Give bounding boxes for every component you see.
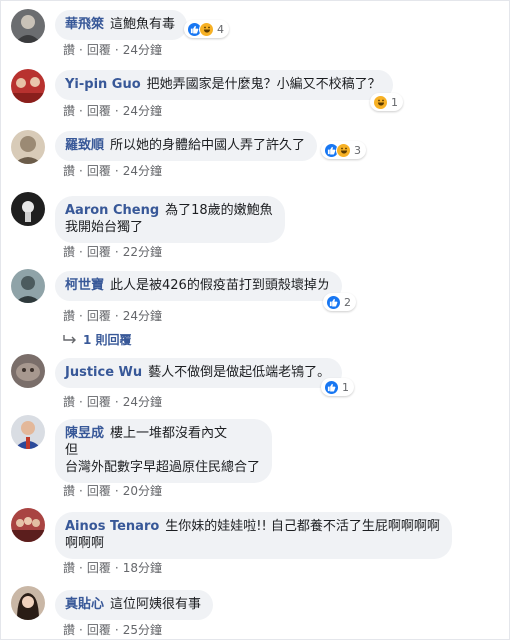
like-link[interactable]: 讚	[63, 395, 75, 409]
comment-text: 台灣外配數字早超過原住民總合了	[65, 460, 261, 475]
reaction-count: 1	[342, 380, 349, 394]
comment-meta: 讚 · 回覆 · 24分鐘	[63, 309, 162, 323]
reaction-count: 3	[354, 143, 361, 157]
avatar[interactable]	[11, 69, 45, 103]
commenter-name[interactable]: 柯世寶	[65, 278, 104, 293]
timestamp[interactable]: 20分鐘	[123, 484, 162, 498]
like-icon	[324, 379, 339, 395]
comment-text: 藝人不做倒是做起低端老鴇了。	[148, 365, 331, 380]
like-link[interactable]: 讚	[63, 104, 75, 118]
comment-bubble: Aaron Cheng 為了18歲的嫩鮑魚 我開始台獨了	[55, 196, 285, 243]
commenter-name[interactable]: 陳昱成	[65, 426, 104, 441]
comment-meta: 讚 · 回覆 · 22分鐘	[63, 245, 162, 259]
haha-icon	[373, 94, 388, 110]
haha-icon	[336, 142, 351, 158]
comment-text: 把她弄國家是什麼鬼？小編又不校稿了？	[146, 77, 381, 92]
commenter-name[interactable]: 羅致順	[65, 138, 104, 153]
reaction-count: 2	[344, 295, 351, 309]
commenter-name[interactable]: Aaron Cheng	[65, 203, 159, 218]
timestamp[interactable]: 18分鐘	[123, 561, 162, 575]
reply-link[interactable]: 回覆	[87, 484, 111, 498]
comment-meta: 讚 · 回覆 · 24分鐘	[63, 43, 162, 57]
commenter-name[interactable]: 華飛箂	[65, 17, 104, 32]
like-link[interactable]: 讚	[63, 484, 75, 498]
timestamp[interactable]: 24分鐘	[123, 104, 162, 118]
haha-icon	[199, 21, 214, 37]
avatar[interactable]	[11, 192, 45, 226]
comment-bubble: Yi-pin Guo 把她弄國家是什麼鬼？小編又不校稿了？	[55, 70, 393, 100]
timestamp[interactable]: 22分鐘	[123, 245, 162, 259]
reply-link[interactable]: 回覆	[87, 395, 111, 409]
comment-bubble: 羅致順 所以她的身體給中國人弄了許久了	[55, 131, 318, 161]
avatar[interactable]	[11, 508, 45, 542]
comment-thread: 華飛箂 這鮑魚有毒 4 讚 · 回覆 · 24分鐘 Yi-pin Guo 把她弄國家是什麼鬼…	[0, 0, 510, 640]
reply-link[interactable]: 回覆	[87, 104, 111, 118]
like-link[interactable]: 讚	[63, 43, 75, 57]
timestamp[interactable]: 24分鐘	[123, 309, 162, 323]
commenter-name[interactable]: Yi-pin Guo	[65, 77, 141, 92]
comment-bubble: 華飛箂 這鮑魚有毒	[55, 10, 188, 40]
comment-text: 為了18歲的嫩鮑魚	[165, 203, 273, 218]
reply-arrow-icon	[63, 334, 76, 343]
comment-bubble: Justice Wu 藝人不做倒是做起低端老鴇了。	[55, 358, 343, 388]
comment-text: 啊啊啊	[65, 536, 105, 551]
comment-text: 樓上一堆都沒看內文	[110, 426, 228, 441]
comment-text: 我開始台獨了	[65, 220, 144, 235]
reply-link[interactable]: 回覆	[87, 245, 111, 259]
reaction-summary[interactable]: 1	[370, 93, 403, 111]
like-link[interactable]: 讚	[63, 245, 75, 259]
reaction-summary[interactable]: 3	[321, 141, 366, 159]
comment-text: 這位阿姨很有事	[110, 597, 202, 612]
comment-bubble: 真貼心 這位阿姨很有事	[55, 590, 214, 620]
comment-meta: 讚 · 回覆 · 20分鐘	[63, 484, 162, 498]
commenter-name[interactable]: Justice Wu	[65, 365, 142, 380]
view-replies-link[interactable]: 1 則回覆	[63, 331, 132, 348]
reply-link[interactable]: 回覆	[87, 309, 111, 323]
like-icon	[326, 294, 341, 310]
commenter-name[interactable]: Ainos Tenaro	[65, 519, 159, 534]
comment-text: 所以她的身體給中國人弄了許久了	[110, 138, 306, 153]
comment-text: 但	[65, 443, 79, 458]
reaction-summary[interactable]: 2	[323, 293, 356, 311]
avatar[interactable]	[11, 9, 45, 43]
avatar[interactable]	[11, 586, 45, 620]
comment-meta: 讚 · 回覆 · 18分鐘	[63, 561, 162, 575]
reaction-count: 4	[217, 22, 224, 36]
reply-link[interactable]: 回覆	[87, 623, 111, 637]
comment-text: 生你妹的娃娃啦!! 自己都養不活了生屁啊啊啊啊	[165, 519, 440, 534]
comment-text: 此人是被426的假疫苗打到頭殼壞掉ㄌ	[110, 278, 330, 293]
avatar[interactable]	[11, 354, 45, 388]
reply-link[interactable]: 回覆	[87, 43, 111, 57]
comment-meta: 讚 · 回覆 · 24分鐘	[63, 104, 162, 118]
avatar[interactable]	[11, 269, 45, 303]
like-link[interactable]: 讚	[63, 164, 75, 178]
comment-meta: 讚 · 回覆 · 24分鐘	[63, 164, 162, 178]
timestamp[interactable]: 24分鐘	[123, 43, 162, 57]
like-link[interactable]: 讚	[63, 309, 75, 323]
view-replies-label: 1 則回覆	[83, 333, 132, 347]
reaction-summary[interactable]: 1	[321, 378, 354, 396]
comment-bubble: Ainos Tenaro 生你妹的娃娃啦!! 自己都養不活了生屁啊啊啊啊 啊啊啊	[55, 512, 452, 559]
comment-text: 這鮑魚有毒	[110, 17, 176, 32]
comment-bubble: 柯世寶 此人是被426的假疫苗打到頭殼壞掉ㄌ	[55, 271, 342, 301]
like-link[interactable]: 讚	[63, 623, 75, 637]
like-link[interactable]: 讚	[63, 561, 75, 575]
avatar[interactable]	[11, 415, 45, 449]
reply-link[interactable]: 回覆	[87, 164, 111, 178]
timestamp[interactable]: 25分鐘	[123, 623, 162, 637]
timestamp[interactable]: 24分鐘	[123, 164, 162, 178]
reaction-count: 1	[391, 95, 398, 109]
comment-bubble: 陳昱成 樓上一堆都沒看內文 但 台灣外配數字早超過原住民總合了	[55, 419, 273, 483]
comment-meta: 讚 · 回覆 · 25分鐘	[63, 623, 162, 637]
avatar[interactable]	[11, 130, 45, 164]
comment-meta: 讚 · 回覆 · 24分鐘	[63, 395, 162, 409]
reply-link[interactable]: 回覆	[87, 561, 111, 575]
commenter-name[interactable]: 真貼心	[65, 597, 104, 612]
reaction-summary[interactable]: 4	[184, 20, 229, 38]
timestamp[interactable]: 24分鐘	[123, 395, 162, 409]
